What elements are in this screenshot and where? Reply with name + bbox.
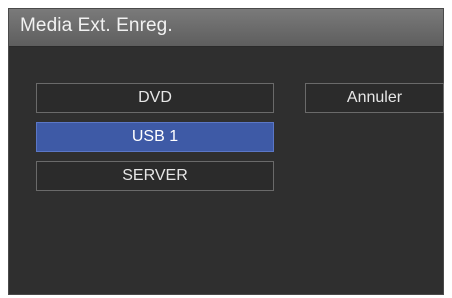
media-option-label: DVD (138, 89, 172, 106)
dialog-title-bar: Media Ext. Enreg. (9, 9, 443, 47)
dialog-title: Media Ext. Enreg. (20, 15, 173, 36)
cancel-button[interactable]: Annuler (305, 83, 444, 113)
media-option-dvd-button[interactable]: DVD (36, 83, 274, 113)
media-ext-record-dialog: Media Ext. Enreg. DVD USB 1 SERVER Annul… (8, 8, 444, 295)
cancel-button-label: Annuler (346, 89, 403, 106)
media-option-label: SERVER (122, 167, 188, 184)
media-option-label: USB 1 (131, 128, 179, 145)
media-option-usb1-button[interactable]: USB 1 (36, 122, 274, 152)
media-option-server-button[interactable]: SERVER (36, 161, 274, 191)
